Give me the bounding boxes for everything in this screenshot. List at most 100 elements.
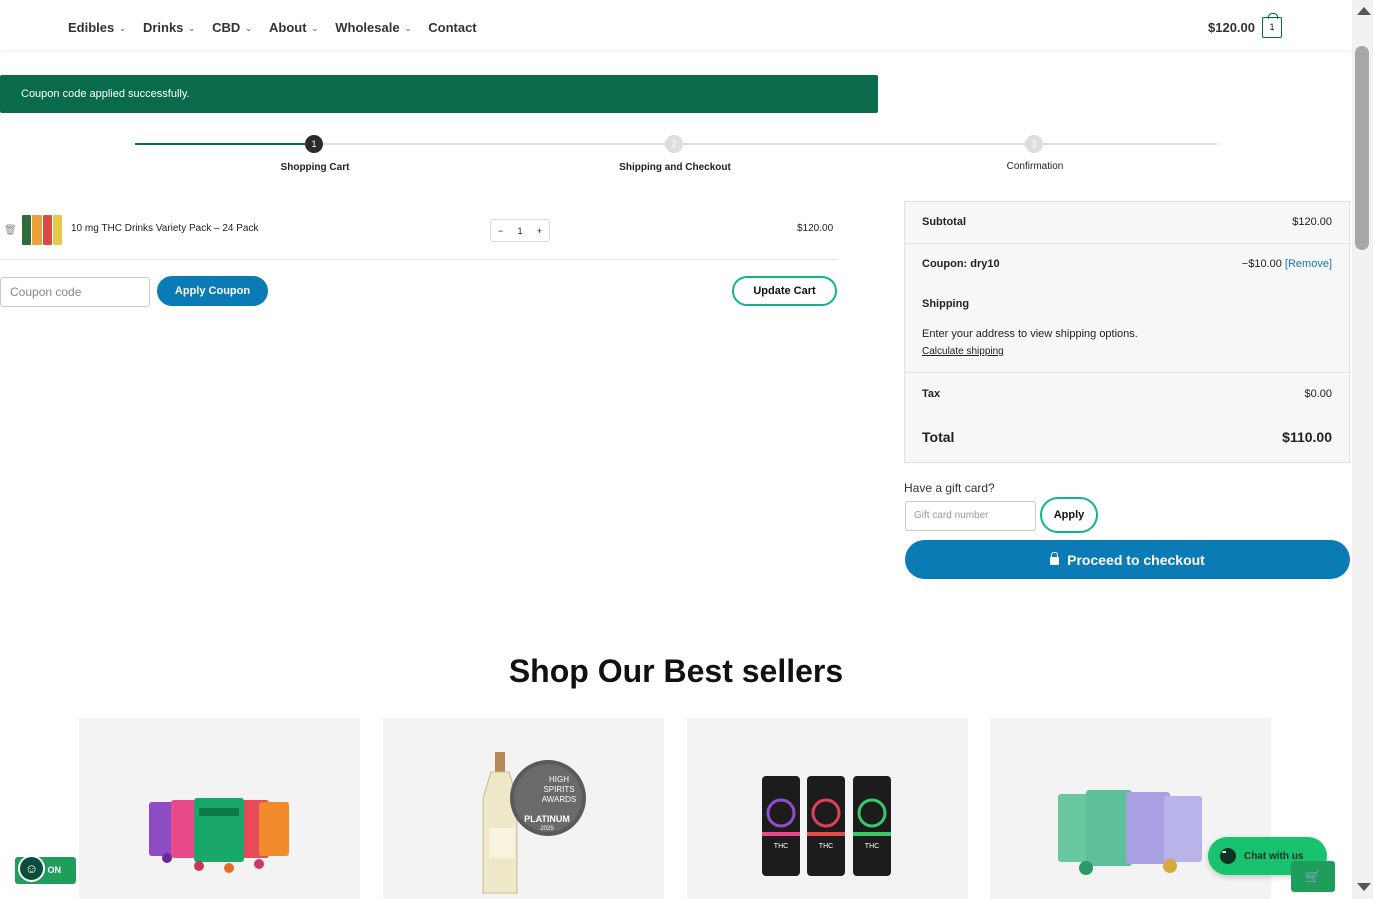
scroll-down-arrow-icon[interactable] [1357, 883, 1371, 891]
award-text-3: AWARDS [542, 795, 577, 804]
shipping-row: Shipping [922, 298, 1332, 310]
page-scrollbar[interactable] [1352, 0, 1373, 899]
subtotal-value: $120.00 [1292, 216, 1332, 228]
product-card-seltzer[interactable]: THC THC THC [687, 718, 968, 899]
checkout-progress: 1 Shopping Cart 2 Shipping and Checkout … [135, 133, 1217, 183]
subtotal-label: Subtotal [922, 216, 966, 228]
award-text-2: SPIRITS [543, 785, 574, 794]
decrease-quantity-button[interactable]: − [498, 226, 503, 236]
nav-item-edibles[interactable]: Edibles ⌄ [68, 20, 126, 35]
progress-line [323, 143, 665, 145]
gummy-pouches-image [149, 798, 289, 873]
coupon-value: −$10.00 [1241, 258, 1282, 270]
calculate-shipping-link[interactable]: Calculate shipping [922, 346, 1004, 357]
divider [905, 372, 1349, 373]
product-thumbnail[interactable] [22, 215, 62, 245]
can-label-2: THC [819, 843, 833, 850]
nav-label: Contact [428, 19, 477, 35]
total-value: $110.00 [1282, 429, 1332, 445]
main-nav: Edibles ⌄ Drinks ⌄ CBD ⌄ About ⌄ Wholesale ⌄ … [68, 0, 494, 54]
trash-icon[interactable]: 🗑 [4, 225, 17, 236]
accessibility-icon[interactable]: ☺ [18, 855, 45, 882]
progress-line [1043, 143, 1217, 145]
remove-coupon-link[interactable]: [Remove] [1285, 258, 1332, 270]
gift-card-heading: Have a gift card? [904, 481, 995, 495]
divider [905, 243, 1349, 244]
nav-label: Wholesale [335, 19, 400, 35]
seltzer-cans-image: THC THC THC [762, 776, 891, 876]
scroll-up-arrow-icon[interactable] [1357, 7, 1371, 15]
product-card-spirit[interactable]: HIGH SPIRITS AWARDS PLATINUM 2025 [383, 718, 664, 899]
chevron-down-icon: ⌄ [119, 23, 126, 33]
step-3-dot: 3 [1025, 135, 1043, 153]
nav-item-wholesale[interactable]: Wholesale ⌄ [335, 20, 411, 35]
nav-label: Edibles [68, 19, 115, 35]
progress-line [683, 143, 1025, 145]
nav-item-about[interactable]: About ⌄ [269, 20, 318, 35]
header-cart-total[interactable]: $120.00 [1208, 20, 1255, 35]
can-label-3: THC [865, 843, 879, 850]
spirit-bottle-image: HIGH SPIRITS AWARDS PLATINUM 2025 [482, 752, 586, 894]
coupon-code-input[interactable]: Coupon code [0, 277, 150, 307]
nav-label: About [269, 19, 307, 35]
site-header: Edibles ⌄ Drinks ⌄ CBD ⌄ About ⌄ Wholesale ⌄ … [0, 0, 1352, 50]
tax-row: Tax $0.00 [922, 388, 1332, 400]
step-2-label: Shipping and Checkout [619, 162, 731, 173]
proceed-to-checkout-button[interactable]: Proceed to checkout [905, 540, 1350, 579]
cart-count: 1 [1269, 22, 1275, 32]
product-name[interactable]: 10 mg THC Drinks Variety Pack – 24 Pack [71, 223, 258, 234]
award-text-4: PLATINUM [524, 814, 570, 824]
chat-label: Chat with us [1244, 850, 1304, 862]
increase-quantity-button[interactable]: + [537, 226, 542, 236]
total-row: Total $110.00 [922, 429, 1332, 445]
step-number: 2 [671, 139, 677, 149]
chevron-down-icon: ⌄ [188, 23, 196, 33]
total-label: Total [922, 429, 955, 445]
step-3-label: Confirmation [1006, 161, 1064, 172]
step-1-dot: 1 [305, 135, 323, 153]
progress-line-complete [135, 143, 305, 145]
tax-label: Tax [922, 388, 941, 400]
coupon-label: Coupon: dry10 [922, 258, 1000, 270]
cart-totals-panel: Subtotal $120.00 Coupon: dry10 −$10.00 [… [904, 201, 1350, 463]
success-notice: Coupon code applied successfully. [0, 75, 878, 113]
step-2-dot: 2 [665, 135, 683, 153]
nav-item-cbd[interactable]: CBD ⌄ [212, 20, 252, 35]
quantity-value[interactable]: 1 [517, 226, 522, 236]
notice-text: Coupon code applied successfully. [21, 88, 190, 100]
step-number: 3 [1031, 139, 1037, 149]
award-text-1: HIGH [549, 775, 569, 784]
tax-value: $0.00 [1304, 388, 1332, 400]
coupon-discount: −$10.00 [Remove] [1242, 258, 1332, 270]
checkout-label: Proceed to checkout [1067, 551, 1205, 568]
nav-item-drinks[interactable]: Drinks ⌄ [143, 20, 195, 35]
chevron-down-icon: ⌄ [404, 23, 412, 33]
quantity-stepper[interactable]: − 1 + [490, 219, 550, 242]
apply-coupon-button[interactable]: Apply Coupon [157, 276, 268, 306]
chevron-down-icon: ⌄ [311, 23, 319, 33]
cart-item-row: 🗑 10 mg THC Drinks Variety Pack – 24 Pac… [0, 205, 838, 260]
best-sellers-heading: Shop Our Best sellers [508, 653, 844, 689]
shopping-bag-icon[interactable]: 1 [1262, 13, 1282, 38]
item-subtotal: $120.00 [797, 223, 834, 234]
update-cart-button[interactable]: Update Cart [732, 276, 837, 306]
step-number: 1 [311, 139, 317, 149]
scrollbar-thumb[interactable] [1355, 46, 1369, 250]
can-label-1: THC [774, 843, 788, 850]
nav-item-contact[interactable]: Contact [428, 20, 476, 35]
gift-card-input[interactable]: Gift card number [905, 501, 1036, 531]
nav-label: Drinks [142, 19, 184, 35]
product-card-gummies[interactable] [79, 718, 360, 899]
chat-bubble-icon [1220, 848, 1236, 864]
subtotal-row: Subtotal $120.00 [922, 216, 1332, 228]
shipping-label: Shipping [922, 298, 970, 310]
lock-icon [1050, 552, 1060, 565]
step-1-label: Shopping Cart [280, 162, 350, 173]
award-text-5: 2025 [540, 826, 554, 832]
nav-label: CBD [212, 19, 241, 35]
shipping-note: Enter your address to view shipping opti… [922, 328, 1138, 340]
chevron-down-icon: ⌄ [245, 23, 252, 33]
coupon-row: Coupon: dry10 −$10.00 [Remove] [922, 258, 1332, 270]
floating-cart-icon[interactable]: 🛒 [1291, 861, 1335, 892]
gift-card-apply-button[interactable]: Apply [1040, 497, 1098, 533]
